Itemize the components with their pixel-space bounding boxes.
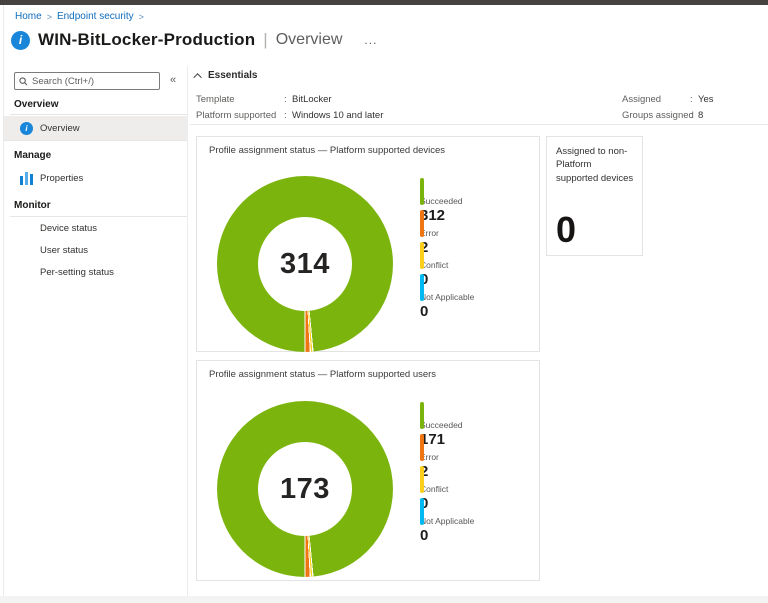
breadcrumb-separator: > [138, 11, 144, 22]
chart-title: Profile assignment status — Platform sup… [209, 369, 437, 380]
sidebar-item-device-status[interactable]: Device status [4, 216, 187, 240]
collapse-menu-icon[interactable]: « [170, 74, 176, 86]
essentials-value: 8 [698, 110, 704, 121]
essentials-value: Yes [698, 94, 714, 105]
info-icon: i [20, 121, 33, 135]
essentials-row-groups-assigned: Groups assigned : 8 [622, 110, 768, 121]
legend-item-succeeded: Succeeded 171 [420, 401, 463, 448]
essentials-label: Template [196, 94, 235, 105]
essentials-row-platform: Platform supported : Windows 10 and late… [196, 110, 596, 121]
sidebar-item-overview[interactable]: i Overview [4, 116, 187, 140]
legend-label: Succeeded [420, 196, 463, 206]
devices-assignment-status-card: Profile assignment status — Platform sup… [196, 136, 540, 352]
nav-group-overview: Overview [14, 99, 59, 110]
endpoint-security-overview-page: Home > Endpoint security > i WIN-BitLock… [0, 0, 768, 603]
devices-donut-chart: 314 [217, 176, 393, 352]
legend-item-not-applicable: Not Applicable 0 [420, 497, 475, 544]
essentials-title: Essentials [208, 70, 258, 81]
properties-columns-icon [20, 171, 33, 185]
colon: : [284, 110, 287, 121]
essentials-value: BitLocker [292, 94, 332, 105]
nav-group-manage: Manage [14, 150, 52, 161]
donut-total: 173 [280, 472, 330, 505]
sidebar-item-user-status[interactable]: User status [4, 238, 187, 262]
card-title: Assigned to non-Platform supported devic… [556, 146, 634, 184]
chart-title: Profile assignment status — Platform sup… [209, 145, 446, 156]
legend-color-bar [420, 434, 424, 461]
nav-group-monitor: Monitor [14, 200, 51, 211]
donut-total: 314 [280, 247, 330, 280]
sidebar-search[interactable] [14, 72, 160, 90]
legend-color-bar [420, 274, 424, 301]
legend-label: Conflict [420, 484, 449, 494]
essentials-row-assigned: Assigned : Yes [622, 94, 768, 105]
info-icon: i [11, 30, 30, 50]
colon: : [284, 94, 287, 105]
breadcrumb-separator: > [46, 11, 52, 22]
breadcrumb: Home > Endpoint security > [15, 11, 144, 22]
users-donut-chart: 173 [217, 401, 393, 577]
sidebar-item-properties[interactable]: Properties [4, 166, 187, 190]
legend-item-succeeded: Succeeded 312 [420, 177, 463, 224]
colon: : [690, 110, 693, 121]
donut-hole: 314 [258, 217, 352, 311]
chevron-up-icon [193, 72, 202, 82]
legend-item-error: Error 2 [420, 433, 439, 480]
title-separator: | [263, 30, 268, 49]
more-options-icon[interactable]: ... [364, 33, 377, 47]
sidebar-content-divider [187, 66, 188, 596]
sidebar-item-per-setting-status[interactable]: Per-setting status [4, 260, 187, 284]
sidebar-item-label: Per-setting status [40, 266, 114, 278]
legend-item-conflict: Conflict 0 [420, 241, 449, 288]
legend-color-bar [420, 242, 424, 269]
page-header: i WIN-BitLocker-Production | Overview ..… [11, 30, 377, 50]
legend-item-conflict: Conflict 0 [420, 465, 449, 512]
legend-color-bar [420, 402, 424, 429]
essentials-row-template: Template : BitLocker [196, 94, 596, 105]
portal-top-bar [0, 0, 768, 5]
legend-value: 0 [420, 303, 429, 320]
horizontal-scrollbar-track[interactable] [0, 596, 768, 603]
colon: : [690, 94, 693, 105]
legend-color-bar [420, 466, 424, 493]
essentials-value: Windows 10 and later [292, 110, 384, 121]
legend-color-bar [420, 210, 424, 237]
page-subtitle: Overview [275, 31, 343, 48]
donut-hole: 173 [258, 442, 352, 536]
legend-item-error: Error 2 [420, 209, 439, 256]
nav-divider [10, 114, 187, 115]
sidebar-item-label: Properties [40, 172, 84, 184]
essentials-divider [190, 124, 768, 125]
legend-label: Not Applicable [420, 292, 475, 302]
legend-label: Not Applicable [420, 516, 475, 526]
sidebar-item-label: Device status [40, 222, 98, 234]
non-platform-count: 0 [556, 209, 577, 250]
legend-color-bar [420, 498, 424, 525]
legend-label: Conflict [420, 260, 449, 270]
legend-label: Succeeded [420, 420, 463, 430]
users-assignment-status-card: Profile assignment status — Platform sup… [196, 360, 540, 581]
legend-item-not-applicable: Not Applicable 0 [420, 273, 475, 320]
nav-divider [4, 140, 187, 141]
search-input[interactable] [32, 75, 155, 87]
non-platform-devices-card: Assigned to non-Platform supported devic… [546, 136, 643, 256]
essentials-label: Groups assigned [622, 110, 694, 121]
breadcrumb-endpoint-security-link[interactable]: Endpoint security [57, 11, 134, 22]
sidebar-item-label: Overview [40, 122, 80, 134]
sidebar-item-label: User status [40, 244, 89, 256]
legend-value: 0 [420, 527, 429, 544]
essentials-toggle[interactable]: Essentials [193, 70, 764, 82]
essentials-label: Assigned [622, 94, 662, 105]
breadcrumb-home-link[interactable]: Home [15, 11, 42, 22]
search-icon [19, 76, 28, 85]
page-title: WIN-BitLocker-Production [38, 30, 256, 49]
essentials-label: Platform supported [196, 110, 277, 121]
sidebar-menu: « Overview i Overview Manage Properties … [4, 66, 187, 597]
essentials-section: Essentials [193, 70, 764, 82]
legend-color-bar [420, 178, 424, 205]
